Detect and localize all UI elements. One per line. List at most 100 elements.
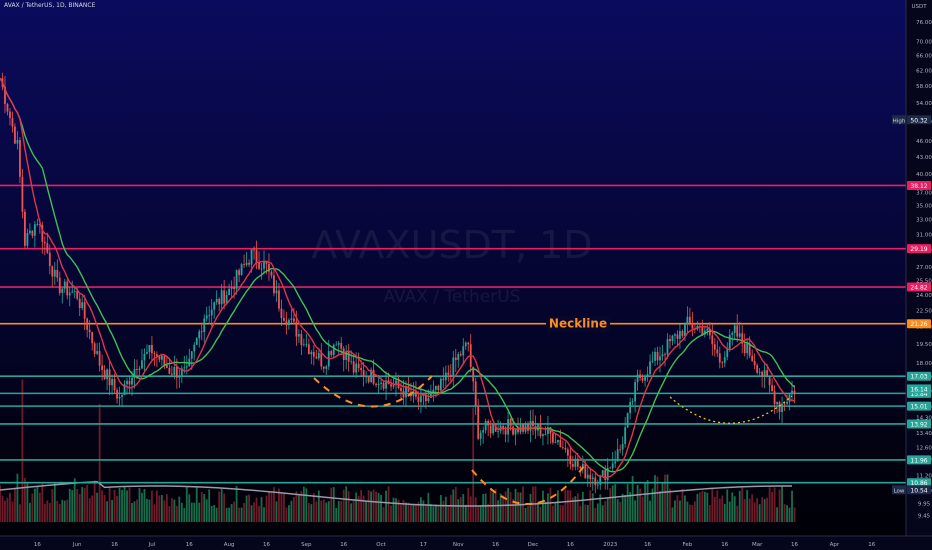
y-tick-label: 18.00 (916, 361, 932, 367)
y-tick-label: 46.00 (916, 139, 932, 145)
candle-body (664, 354, 666, 356)
y-tick-label: 58.00 (916, 84, 932, 90)
candle-body (103, 370, 106, 380)
candle-body (66, 281, 69, 296)
candle-body (283, 318, 285, 321)
candle-body (380, 382, 382, 384)
candle-body (731, 332, 734, 335)
volume-bar (629, 492, 632, 522)
candle-body (243, 264, 245, 265)
x-tick-label: Apr (830, 542, 840, 548)
candle-body (542, 434, 544, 437)
candle-body (444, 372, 447, 381)
candle-body (462, 346, 465, 356)
volume-bar (292, 496, 295, 522)
candle-body (337, 343, 340, 345)
volume-bar (552, 505, 554, 522)
candle-body (561, 447, 564, 449)
candle-body (76, 290, 79, 299)
volume-bar (429, 504, 432, 522)
volume-bar (335, 507, 338, 522)
volume-bar (387, 486, 390, 522)
price-chart[interactable]: AVAXUSDT, 1D AVAX / TetherUS 38.12 29.19 24.… (0, 0, 932, 550)
volume-bar (268, 492, 270, 522)
candle-body (58, 277, 61, 293)
volume-bar (482, 493, 485, 522)
volume-bar (360, 490, 363, 522)
volume-bar (307, 502, 310, 522)
volume-bar (160, 495, 163, 522)
y-tick-label: 54.00 (916, 101, 932, 107)
x-tick-label: Mar (752, 542, 763, 548)
x-tick-label: 16 (868, 542, 875, 548)
candle-body (761, 371, 764, 377)
candle-body (263, 261, 265, 269)
candle-body (509, 419, 512, 427)
volume-bar (696, 493, 699, 522)
candle-body (713, 344, 716, 350)
candle-body (641, 378, 644, 381)
volume-bar (395, 498, 397, 522)
volume-bar (180, 502, 183, 522)
x-tick-label: 16 (567, 542, 574, 548)
candle-body (554, 442, 557, 443)
y-tick-label: 70.00 (916, 40, 932, 46)
volume-bar (225, 507, 228, 522)
x-tick-label: 16 (186, 542, 193, 548)
candle-body (96, 351, 99, 354)
volume-bar (385, 490, 387, 522)
candle-body (763, 370, 766, 377)
volume-bar (16, 473, 19, 522)
candle-body (19, 140, 21, 177)
volume-bar (646, 480, 649, 522)
candle-body (223, 290, 226, 304)
volume-bar (711, 489, 714, 522)
candle-body (330, 351, 333, 356)
volume-bar (410, 504, 412, 522)
candle-body (46, 243, 49, 253)
candle-body (312, 351, 315, 357)
volume-bar (669, 488, 671, 522)
symbol-header: AVAX / TetherUS, 1D, BINANCE (4, 2, 96, 9)
volume-bar (133, 501, 136, 522)
volume-bar (193, 502, 196, 522)
candle-body (91, 332, 94, 344)
candle-body (111, 378, 113, 386)
volume-bar (297, 495, 300, 522)
volume-bar (467, 487, 470, 522)
candle-body (437, 385, 440, 391)
volume-bar (278, 488, 280, 522)
x-tick-label: Sep (301, 542, 312, 548)
volume-bar (644, 482, 646, 522)
y-tick-label: 66.00 (916, 54, 932, 60)
candle-body (278, 290, 280, 309)
volume-bar (477, 506, 480, 522)
volume-bar (447, 506, 450, 522)
volume-bar (442, 500, 445, 522)
y-tick-label: 31.00 (916, 232, 932, 238)
candle-body (405, 386, 407, 398)
volume-bar (519, 492, 522, 522)
candle-body (200, 331, 203, 333)
volume-bar (73, 478, 76, 522)
volume-bar (666, 474, 669, 522)
volume-bar (9, 492, 11, 522)
volume-bar (51, 489, 54, 522)
volume-bar (98, 403, 101, 522)
volume-bar (113, 490, 116, 522)
candle-body (487, 420, 490, 426)
candle-body (711, 335, 714, 345)
volume-bar (462, 494, 465, 522)
y-tick-label: 12.60 (916, 446, 932, 452)
candle-body (71, 291, 74, 293)
candle-body (721, 362, 724, 364)
candle-body (596, 484, 599, 486)
candle-body (116, 390, 118, 399)
volume-bar (524, 507, 527, 522)
volume-bar (449, 494, 452, 522)
volume-bar (768, 487, 771, 522)
volume-bar (156, 490, 158, 522)
volume-bar (223, 493, 226, 522)
candle-body (477, 405, 480, 439)
volume-bar (263, 507, 265, 522)
